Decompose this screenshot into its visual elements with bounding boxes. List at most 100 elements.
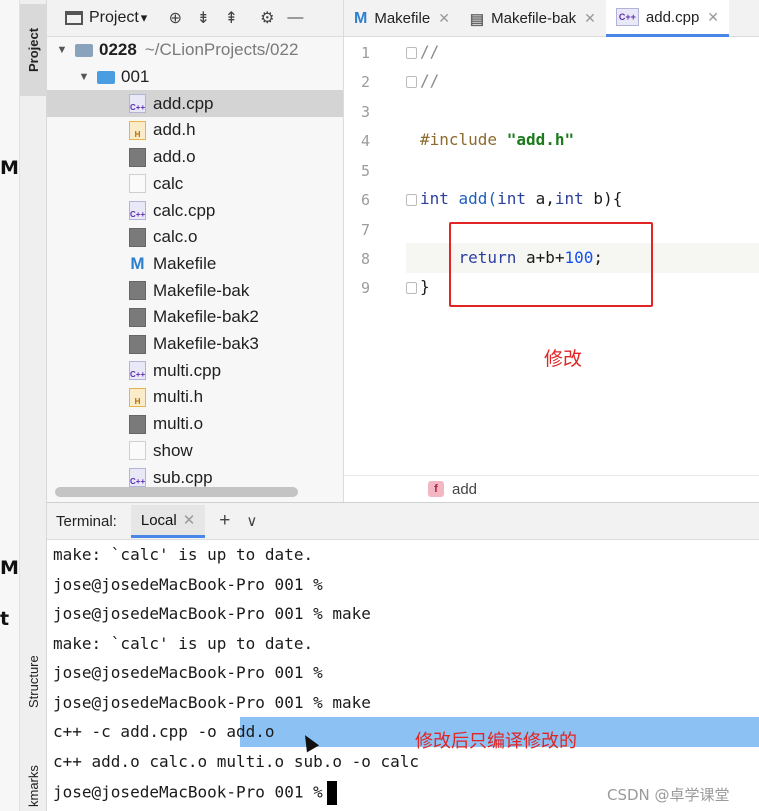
code-text: a, xyxy=(525,189,555,208)
tree-root-path: ~/CLionProjects/022 xyxy=(144,40,299,60)
terminal-tab-local[interactable]: Local ✕ xyxy=(130,504,206,538)
binary-file-icon xyxy=(129,334,146,354)
terminal-line: jose@josedeMacBook-Pro 001 % xyxy=(53,663,323,682)
line-number: 3 xyxy=(360,103,370,121)
editor-tab-makefile[interactable]: M Makefile ✕ xyxy=(344,0,460,37)
close-icon[interactable]: ✕ xyxy=(438,10,450,27)
tree-file-name: Makefile xyxy=(153,253,217,273)
editor-tab-makefile-bak[interactable]: ▤ Makefile-bak ✕ xyxy=(460,0,606,37)
expand-all-icon[interactable]: ⇟ xyxy=(189,8,217,28)
breadcrumb[interactable]: f add xyxy=(344,475,759,502)
project-tree: ▼ 0228 ~/CLionProjects/022 ▼ 001 C++ add.… xyxy=(47,37,343,502)
chevron-down-icon[interactable]: ▼ xyxy=(55,44,69,56)
line-number: 4 xyxy=(360,132,370,150)
tree-file-name: add.o xyxy=(153,147,196,167)
cpp-file-icon: C++ xyxy=(615,8,639,26)
partial-text: t xyxy=(0,608,10,630)
add-icon[interactable]: + xyxy=(219,510,230,532)
binary-file-icon xyxy=(129,147,146,167)
collapse-all-icon[interactable]: ⇞ xyxy=(217,8,245,28)
tree-file-row[interactable]: C++ add.cpp xyxy=(47,90,343,118)
code-editor[interactable]: 1 2 3 4 5 6 7 8 9 // // #include "add.h"… xyxy=(343,37,759,502)
tree-file-row[interactable]: multi.o xyxy=(47,411,343,438)
function-icon: f xyxy=(428,481,444,497)
terminal-title: Terminal: xyxy=(56,512,117,530)
text-cursor xyxy=(326,781,337,805)
terminal-line: jose@josedeMacBook-Pro 001 % make xyxy=(53,604,371,623)
editor-tab-add-cpp[interactable]: C++ add.cpp ✕ xyxy=(605,0,730,37)
tree-file-row[interactable]: Makefile-bak xyxy=(47,277,343,304)
tree-file-name: calc.cpp xyxy=(153,200,216,220)
terminal-line: c++ add.o calc.o multi.o sub.o -o calc xyxy=(53,752,420,771)
fold-marker-icon[interactable] xyxy=(406,194,417,206)
cpp-file-icon: C++ xyxy=(129,468,146,488)
chevron-down-icon[interactable]: ▼ xyxy=(77,71,91,83)
tree-folder-name: 001 xyxy=(121,67,150,87)
chevron-down-icon[interactable]: ∨ xyxy=(246,512,257,530)
tool-tab-project[interactable]: Project xyxy=(20,4,47,96)
tool-tab-bookmarks[interactable]: kmarks xyxy=(20,756,47,811)
tree-file-name: multi.o xyxy=(153,414,204,434)
project-scrollbar-horizontal[interactable] xyxy=(55,487,298,497)
keyword: int xyxy=(497,189,526,208)
binary-file-icon xyxy=(129,414,146,434)
tab-label: Makefile xyxy=(374,10,431,27)
tree-file-row[interactable]: C++ calc.cpp xyxy=(47,197,343,224)
tree-file-row[interactable]: show xyxy=(47,438,343,465)
tree-file-row[interactable]: Hadd.h xyxy=(47,117,343,144)
makefile-icon: M xyxy=(130,254,145,274)
editor-tab-bar: M Makefile ✕ ▤ Makefile-bak ✕ C++ add.cp… xyxy=(343,0,759,37)
tree-file-name: calc.o xyxy=(153,227,198,247)
tree-file-row[interactable]: add.o xyxy=(47,144,343,171)
tool-window-stripe: Project Structure kmarks xyxy=(20,0,47,811)
terminal-prompt-line[interactable]: jose@josedeMacBook-Pro 001 % xyxy=(53,781,337,805)
chevron-down-icon[interactable]: ▾ xyxy=(141,10,148,26)
line-number: 6 xyxy=(360,191,370,209)
tree-file-row[interactable]: C++ multi.cpp xyxy=(47,357,343,384)
terminal-line: jose@josedeMacBook-Pro 001 % make xyxy=(53,693,371,712)
project-view-icon xyxy=(65,11,83,25)
fold-marker-icon[interactable] xyxy=(406,282,417,294)
breadcrumb-item[interactable]: add xyxy=(452,481,477,498)
terminal-line: make: `calc' is up to date. xyxy=(53,545,314,564)
tree-root-row[interactable]: ▼ 0228 ~/CLionProjects/022 xyxy=(47,37,343,64)
gear-icon[interactable]: ⚙ xyxy=(253,8,281,28)
tree-file-name: sub.cpp xyxy=(153,467,213,487)
terminal-output[interactable]: make: `calc' is up to date. jose@josedeM… xyxy=(47,540,759,811)
header-file-icon: H xyxy=(129,387,146,407)
tree-file-row[interactable]: M Makefile xyxy=(47,251,343,278)
close-icon[interactable]: ✕ xyxy=(183,512,196,529)
tree-file-row[interactable]: calc.o xyxy=(47,224,343,251)
code-text: b){ xyxy=(583,189,623,208)
fold-marker-icon[interactable] xyxy=(406,76,417,88)
partial-text: M xyxy=(0,157,19,179)
text-file-icon xyxy=(129,441,146,461)
close-icon[interactable]: ✕ xyxy=(584,10,596,27)
fold-marker-icon[interactable] xyxy=(406,47,417,59)
tree-file-row[interactable]: Hmulti.h xyxy=(47,384,343,411)
tree-file-name: add.h xyxy=(153,120,196,140)
tree-folder-row[interactable]: ▼ 001 xyxy=(47,64,343,91)
locate-icon[interactable]: ⊕ xyxy=(161,8,189,28)
tree-file-row[interactable]: Makefile-bak2 xyxy=(47,304,343,331)
left-partial-window: M M t xyxy=(0,0,20,811)
keyword: int xyxy=(420,189,449,208)
annotation-modified: 修改 xyxy=(544,348,583,370)
close-icon[interactable]: ✕ xyxy=(707,9,719,26)
tree-file-row[interactable]: calc xyxy=(47,171,343,198)
tree-file-name: multi.h xyxy=(153,387,204,407)
tree-root-name: 0228 xyxy=(99,40,137,60)
folder-icon xyxy=(97,70,115,84)
tree-file-name: Makefile-bak2 xyxy=(153,307,259,327)
line-number: 8 xyxy=(360,250,370,268)
project-view-title[interactable]: Project xyxy=(89,9,139,27)
line-number: 1 xyxy=(360,44,370,62)
tool-tab-structure[interactable]: Structure xyxy=(20,640,47,724)
minimize-icon[interactable]: — xyxy=(281,9,309,27)
tree-file-name: add.cpp xyxy=(153,93,214,113)
cpp-file-icon: C++ xyxy=(129,361,146,381)
cpp-file-icon: C++ xyxy=(129,201,146,221)
tree-file-row[interactable]: Makefile-bak3 xyxy=(47,331,343,358)
folder-icon xyxy=(75,43,93,57)
include-string: "add.h" xyxy=(506,130,575,149)
